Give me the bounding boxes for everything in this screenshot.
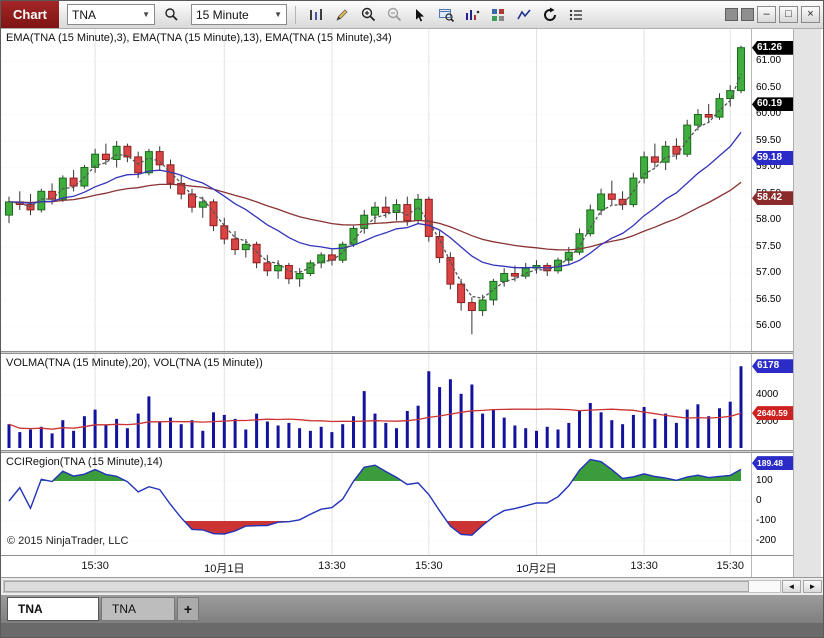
copyright-text: © 2015 NinjaTrader, LLC: [7, 535, 129, 547]
maximize-button[interactable]: □: [779, 6, 798, 23]
scroll-left-icon[interactable]: ◄: [782, 580, 801, 593]
price-marker-tag: 58.42: [752, 191, 793, 206]
cci-axis: 100 0 -100 -200 189.48: [751, 453, 793, 555]
scroll-right-icon[interactable]: ►: [803, 580, 822, 593]
axis-tick-label: 57.00: [756, 267, 782, 279]
indicators-icon[interactable]: [486, 4, 510, 26]
instrument-search-icon[interactable]: [159, 4, 183, 26]
time-axis: 15:30 10月1日 13:30 15:30 10月2日 13:30 15:30: [1, 556, 751, 577]
volume-panel[interactable]: VOLMA(TNA (15 Minute),20), VOL(TNA (15 M…: [1, 354, 751, 450]
scrollbar-thumb[interactable]: [4, 581, 749, 592]
horizontal-scrollbar: ◄ ►: [1, 577, 823, 595]
window-controls: – □ ×: [725, 6, 820, 23]
axis-tick-label: 0: [756, 495, 762, 506]
price-axis: 61.0060.5060.0059.5059.0058.5058.0057.50…: [751, 29, 793, 351]
zoom-out-icon[interactable]: [382, 4, 406, 26]
tab-bar: TNA TNA +: [1, 595, 823, 623]
axis-tick-label: 60.50: [756, 81, 782, 93]
toolbar-separator: [295, 5, 296, 24]
time-label: 13:30: [318, 560, 346, 572]
chart-tab-1[interactable]: TNA: [7, 597, 99, 621]
cursor-icon[interactable]: [408, 4, 432, 26]
titlebar: Chart TNA ▼ 15 Minute ▼ – □ ×: [1, 1, 823, 29]
cci-indicator-label: CCIRegion(TNA (15 Minute),14): [6, 456, 163, 468]
axis-tick-label: 58.00: [756, 214, 782, 226]
close-button[interactable]: ×: [801, 6, 820, 23]
price-panel[interactable]: EMA(TNA (15 Minute),3), EMA(TNA (15 Minu…: [1, 29, 751, 351]
time-label: 15:30: [415, 560, 443, 572]
volume-indicator-label: VOLMA(TNA (15 Minute),20), VOL(TNA (15 M…: [6, 357, 263, 369]
chart-tab-2[interactable]: TNA: [101, 597, 175, 621]
reload-icon[interactable]: [538, 4, 562, 26]
time-label: 15:30: [81, 560, 109, 572]
time-label: 10月2日: [516, 563, 557, 575]
drawing-tools-icon[interactable]: [330, 4, 354, 26]
axis-tick-label: 56.50: [756, 293, 782, 305]
axis-tick-label: 59.50: [756, 134, 782, 146]
axis-tick-label: 4000: [756, 389, 779, 401]
link-square-2[interactable]: [741, 8, 754, 21]
time-label: 15:30: [716, 560, 744, 572]
axis-tick-label: 100: [756, 475, 773, 486]
ninjatrader-chart-window: Chart TNA ▼ 15 Minute ▼ – □ × EMA(TNA (1…: [0, 0, 824, 638]
line-chart-icon[interactable]: [512, 4, 536, 26]
cci-panel[interactable]: CCIRegion(TNA (15 Minute),14) © 2015 Nin…: [1, 453, 751, 555]
data-series-icon[interactable]: [460, 4, 484, 26]
instrument-value: TNA: [72, 7, 96, 22]
axis-tick-label: 61.00: [756, 55, 782, 67]
cci-marker-tag: 189.48: [752, 456, 793, 471]
link-square-1[interactable]: [725, 8, 738, 21]
properties-icon[interactable]: [564, 4, 588, 26]
interval-selector[interactable]: 15 Minute ▼: [191, 4, 287, 25]
axis-tick-label: 57.50: [756, 240, 782, 252]
chevron-down-icon: ▼: [142, 10, 150, 19]
add-tab-button[interactable]: +: [177, 597, 199, 621]
volume-axis: 60004000200061782640.59: [751, 354, 793, 450]
chart-trader-icon[interactable]: [434, 4, 458, 26]
price-chart: [1, 29, 751, 351]
axis-tick-label: 56.00: [756, 320, 782, 332]
chart-area: EMA(TNA (15 Minute),3), EMA(TNA (15 Minu…: [1, 29, 823, 577]
toolbar-icon-row: [304, 4, 588, 26]
volume-marker-tag: 2640.59: [752, 406, 793, 421]
volume-marker-tag: 6178: [752, 359, 793, 374]
price-marker-tag: 60.19: [752, 97, 793, 112]
price-marker-tag: 59.18: [752, 150, 793, 165]
time-label: 13:30: [630, 560, 658, 572]
price-indicator-label: EMA(TNA (15 Minute),3), EMA(TNA (15 Minu…: [6, 32, 392, 44]
right-scroll-strip: [793, 29, 821, 577]
time-label: 10月1日: [204, 563, 245, 575]
time-axis-row: 15:30 10月1日 13:30 15:30 10月2日 13:30 15:30: [1, 555, 793, 577]
scrollbar-track[interactable]: [3, 580, 781, 593]
window-title: Chart: [1, 1, 59, 28]
price-marker-tag: 61.26: [752, 40, 793, 55]
minimize-button[interactable]: –: [757, 6, 776, 23]
window-bottom-edge: [1, 623, 823, 637]
axis-tick-label: -200: [756, 535, 777, 546]
chevron-down-icon: ▼: [274, 10, 282, 19]
interval-value: 15 Minute: [196, 7, 249, 22]
axis-tick-label: -100: [756, 515, 777, 526]
chart-style-icon[interactable]: [304, 4, 328, 26]
instrument-selector[interactable]: TNA ▼: [67, 4, 155, 25]
zoom-in-icon[interactable]: [356, 4, 380, 26]
